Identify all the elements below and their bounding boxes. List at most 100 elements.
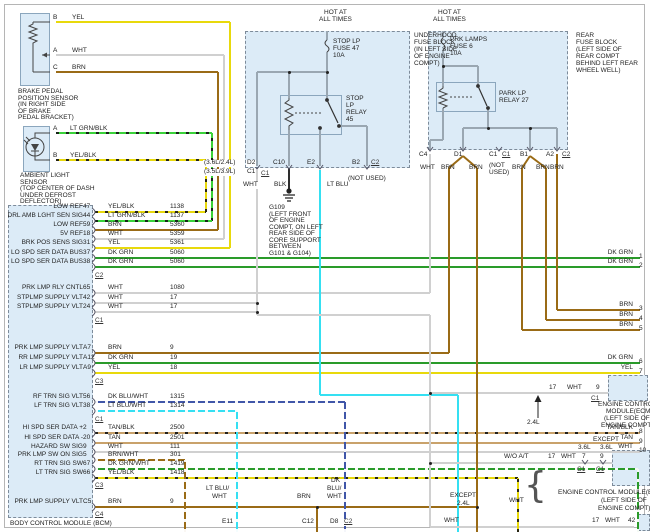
underhood_fuse_block-label: 10A [333, 53, 345, 60]
rear_fuse_block-label: BRN [550, 165, 564, 172]
bcm-circuit-number: 5359 [170, 231, 184, 238]
bottom_connector-label: C12 [301, 519, 315, 526]
bcm-pin-number: 56 [83, 394, 90, 401]
bcm-pin-bracket [92, 398, 95, 406]
bcm-row-label: PRK LMP SW ON SIG [4, 452, 83, 459]
bcm-pin-bracket [92, 465, 95, 473]
bcm-pin-bracket [92, 503, 95, 511]
edge-wire-color: TAN [553, 435, 633, 442]
ecm-label: WHT [561, 454, 576, 461]
ecm-label: 9 [596, 385, 600, 392]
bottom_connector-label: DK [331, 478, 340, 485]
bcm-pin-bracket [92, 289, 95, 297]
bcm-pin-bracket [92, 254, 95, 262]
ecm-label: WHT [444, 518, 459, 525]
bcm-wire-color: WHT [108, 231, 123, 238]
bcm-pin-number: 44 [83, 213, 90, 220]
rear_fuse_block-label: 10A [450, 51, 462, 58]
brake_sensor-label: C [53, 65, 58, 72]
bcm-pin-number: 2 [83, 425, 87, 432]
rear_fuse_block-label: B1 [520, 152, 528, 159]
bcm-row-label: HAZARD SW SIG [4, 444, 83, 451]
bcm-circuit-number: 17 [170, 295, 177, 302]
bcm-circuit-number: 19 [170, 355, 177, 362]
bcm-wire-color: BRN [108, 345, 122, 352]
rear_fuse_block-label: BRN [536, 165, 550, 172]
bcm-circuit-number: 5361 [170, 240, 184, 247]
bcm-pin-number: A9 [83, 365, 91, 372]
bcm-circuit-number: 5060 [170, 250, 184, 257]
rear_fuse_block-label: C2 [562, 152, 570, 159]
ecm-label: { [524, 468, 547, 504]
bcm-row-label: RR LMP SUPPLY VLT [4, 355, 83, 362]
bcm-connector-label: C3 [95, 379, 103, 386]
ecm-label: 7 [582, 454, 586, 461]
bcm-row-label: LF TRN SIG VLT [4, 403, 83, 410]
edge-wire-color: DK GRN [553, 355, 633, 362]
edge-wire-number: 4 [639, 316, 643, 323]
bcm-row-label: PRK LMP SUPPLY VLT [4, 499, 83, 506]
rear_fuse_block-label: C1 [502, 152, 510, 159]
ecm-label: ENGINE CONTROL MODULE(ECM) [558, 490, 650, 497]
edge-wire-color: BRN [553, 302, 633, 309]
fuse-icon [325, 40, 329, 52]
rear_fuse_block-label: C4 [419, 152, 427, 159]
connector-pin-icon [317, 165, 323, 169]
bcm-pin-number: 42 [83, 295, 90, 302]
edge-wire-color: DK GRN [553, 259, 633, 266]
bcm-circuit-number: 2500 [170, 425, 184, 432]
underhood_fuse_block-label: D2 [246, 160, 256, 167]
bcm-circuit-number: 1315 [170, 394, 184, 401]
edge-wire-number: 9 [639, 439, 643, 446]
bcm-pin-number: 24 [83, 304, 90, 311]
brake_sensor-label: BRN [72, 65, 86, 72]
bcm-row-label: RF TRN SIG VLT [4, 394, 83, 401]
bcm-pin-number: 59 [83, 222, 90, 229]
bcm-pin-number: 67 [83, 461, 90, 468]
edge-wire-number: 10 [639, 448, 646, 455]
bcm-pin-bracket [92, 474, 95, 482]
edge-wire-number: 6 [639, 359, 643, 366]
bcm-pin-bracket [92, 448, 95, 456]
bcm-circuit-number: 18 [170, 365, 177, 372]
bcm-pin-bracket [92, 235, 95, 243]
bcm-row-label: STPLMP SUPPLY VLT [4, 304, 83, 311]
underhood_fuse_block-label: ALL TIMES [319, 17, 352, 24]
bcm-pin-number: 18 [83, 231, 90, 238]
bcm-circuit-number: 301 [170, 452, 181, 459]
bcm-row-label: DRL AMB LGHT SEN SIG [4, 213, 83, 220]
relay-coil-icon [285, 98, 322, 130]
underhood_fuse_block-label: LT BLU [327, 182, 348, 189]
bcm-row-label: HI SPD SER DATA + [4, 425, 83, 432]
brake_sensor-caption-line: PEDAL BRACKET) [18, 115, 74, 122]
ambient_sensor-label: LT GRN/BLK [70, 126, 107, 133]
rear_fuse_block-label: BRN [441, 165, 455, 172]
bcm-connector-label: C4 [95, 512, 103, 519]
bcm-wire-color: DK GRN [108, 355, 133, 362]
connector-pin-icon [582, 460, 588, 464]
connector-pin-icon [554, 147, 560, 151]
bcm-pin-bracket [92, 244, 95, 252]
rear_fuse_block-label: BRN [469, 165, 483, 172]
edge-wire-color: TAN/BLK [553, 425, 633, 432]
bcm-pin-bracket [92, 308, 95, 316]
rear_fuse_block-label: BRN [512, 165, 526, 172]
bcm-circuit-number: 9 [170, 499, 174, 506]
bcm-wire-color: TAN [108, 435, 121, 442]
underhood_fuse_block-label: (3.6L/2.4L) [203, 160, 236, 167]
bcm-row-label: PRK LMP RLY CNTL [4, 285, 83, 292]
bcm-circuit-number: 5060 [170, 259, 184, 266]
edge-wire-number: 8 [639, 429, 643, 436]
rear_fuse_block-label: USED) [489, 170, 509, 177]
brake_sensor-label: A [53, 48, 57, 55]
ecm-label: 42 [628, 518, 635, 525]
bcm-pin-number: 9 [83, 444, 87, 451]
bcm-wire-color: DK GRN/WHT [108, 461, 150, 468]
edge-wire-color: YEL [553, 365, 633, 372]
bcm-wire-color: BRN [108, 499, 122, 506]
ecm-label: WHT [605, 518, 620, 525]
bcm-pin-number: 47 [83, 204, 90, 211]
bcm-row-label: LT TRN SIG SW [4, 470, 83, 477]
bottom_connector-label: D8 [329, 519, 339, 526]
underhood_fuse_block-label: C1 [261, 171, 269, 178]
